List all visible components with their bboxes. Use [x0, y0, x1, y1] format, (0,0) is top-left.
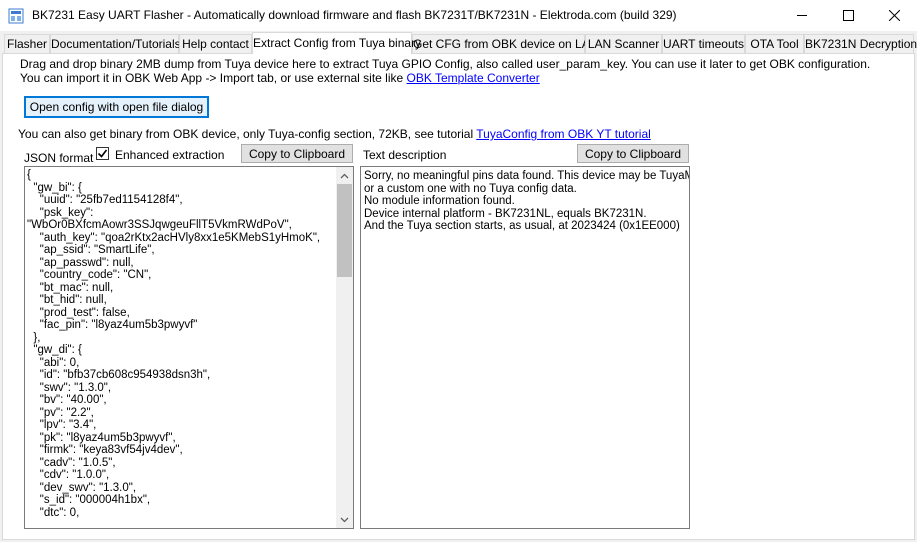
open-config-button[interactable]: Open config with open file dialog	[24, 96, 209, 118]
tab-help-contact[interactable]: Help contact	[179, 34, 252, 53]
copy-text-button[interactable]: Copy to Clipboard	[577, 144, 689, 163]
window-title: BK7231 Easy UART Flasher - Automatically…	[32, 8, 677, 22]
tuyaconfig-tutorial-link[interactable]: TuyaConfig from OBK YT tutorial	[476, 127, 651, 141]
json-line: "bt_mac": null,	[27, 281, 114, 294]
enhanced-extraction-label: Enhanced extraction	[115, 148, 225, 162]
chevron-up-icon	[340, 173, 349, 178]
tab-uart-timeouts[interactable]: UART timeouts	[662, 34, 745, 53]
json-line: {	[27, 169, 31, 181]
json-line: "bv": "40.00",	[27, 394, 107, 406]
description-content: Sorry, no meaningful pins data found. Th…	[364, 170, 690, 233]
json-content: { "gw_bi": { "uuid": "25fb7ed1154128f4",…	[27, 169, 335, 519]
tab-documentation[interactable]: Documentation/Tutorials	[50, 34, 181, 53]
scroll-thumb[interactable]	[337, 184, 352, 277]
app-icon	[8, 8, 24, 24]
json-line: "swv": "1.3.0",	[27, 381, 112, 394]
intro-text: Drag and drop binary 2MB dump from Tuya …	[20, 57, 871, 71]
tab-get-cfg-obk[interactable]: Get CFG from OBK device on LAN	[412, 34, 598, 53]
json-line: "ap_passwd": null,	[27, 256, 134, 269]
maximize-icon	[842, 10, 854, 21]
json-line: "cdv": "1.0.0",	[27, 469, 110, 481]
json-line: "id": "bfb37cb608c954938dsn3h",	[27, 369, 211, 381]
minimize-icon	[796, 15, 807, 16]
obk-template-converter-link[interactable]: OBK Template Converter	[407, 71, 540, 85]
json-line: "abi": 0,	[27, 356, 80, 369]
json-line: "lpv": "3.4",	[27, 419, 97, 431]
json-line: "pv": "2.2",	[27, 406, 94, 419]
obk-device-text: You can also get binary from OBK device,…	[18, 127, 651, 141]
description-line: No module information found.	[364, 195, 515, 207]
json-line: "fac_pin": "l8yaz4um5b3pwyvf"	[27, 319, 198, 331]
json-format-label: JSON format	[24, 151, 94, 165]
description-line: Sorry, no meaningful pins data found. Th…	[364, 170, 690, 182]
json-line: "s_id": "000004h1bx",	[27, 494, 151, 506]
json-line: "psk_key":	[27, 206, 94, 219]
scroll-up-arrow[interactable]	[336, 167, 353, 184]
json-line: "auth_key": "qoa2rKtx2acHVly8xx1e5KMebS1…	[27, 231, 321, 244]
json-line: "pk": "l8yaz4um5b3pwyvf",	[27, 431, 176, 444]
import-text: You can import it in OBK Web App -> Impo…	[20, 71, 540, 85]
import-text-prefix: You can import it in OBK Web App -> Impo…	[20, 71, 407, 85]
json-textbox[interactable]: { "gw_bi": { "uuid": "25fb7ed1154128f4",…	[24, 166, 354, 529]
json-line: "dev_swv": "1.3.0",	[27, 481, 137, 494]
scroll-down-arrow[interactable]	[336, 511, 353, 528]
json-line: "country_code": "CN",	[27, 269, 152, 281]
maximize-button[interactable]	[825, 0, 871, 31]
tab-bk7231n-decryption[interactable]: BK7231N Decryption	[804, 34, 917, 53]
tab-lan-scanner[interactable]: LAN Scanner	[585, 34, 662, 53]
json-line: "ap_ssid": "SmartLife",	[27, 244, 155, 256]
text-description-label: Text description	[363, 148, 447, 162]
description-line: Device internal platform - BK7231NL, equ…	[364, 207, 647, 220]
description-line: or a custom one with no Tuya config data…	[364, 182, 577, 195]
checkmark-icon	[97, 149, 108, 158]
chevron-down-icon	[340, 517, 349, 522]
json-line: "cadv": "1.0.5",	[27, 456, 116, 469]
close-icon	[888, 10, 900, 21]
json-line: "dtc": 0,	[27, 506, 80, 519]
tab-extract-config[interactable]: Extract Config from Tuya binary	[252, 32, 421, 54]
description-textbox[interactable]: Sorry, no meaningful pins data found. Th…	[360, 166, 690, 529]
extract-config-panel: Drag and drop binary 2MB dump from Tuya …	[2, 53, 915, 540]
json-line: "prod_test": false,	[27, 306, 130, 319]
tab-flasher[interactable]: Flasher	[4, 34, 50, 53]
json-line: "bt_hid": null,	[27, 294, 107, 306]
close-button[interactable]	[871, 0, 917, 31]
json-scrollbar[interactable]	[336, 167, 353, 528]
json-line: "gw_bi": {	[27, 181, 82, 194]
json-line: "gw_di": {	[27, 344, 82, 356]
json-line: "firmk": "keya83vf54jv4dev",	[27, 444, 183, 456]
title-bar[interactable]: BK7231 Easy UART Flasher - Automatically…	[0, 0, 917, 31]
minimize-button[interactable]	[779, 0, 825, 31]
enhanced-extraction-checkbox[interactable]	[96, 147, 109, 160]
tab-strip: Flasher Documentation/Tutorials Help con…	[2, 32, 917, 54]
tab-ota-tool[interactable]: OTA Tool	[745, 34, 804, 53]
json-line: "WbOr0BXfcmAowr3SSJqwgeuFllT5VkmRWdPoV",	[27, 219, 292, 231]
description-line: And the Tuya section starts, as usual, a…	[364, 220, 680, 232]
json-line: },	[27, 331, 41, 344]
obk-device-text-prefix: You can also get binary from OBK device,…	[18, 127, 477, 141]
copy-json-button[interactable]: Copy to Clipboard	[241, 144, 353, 163]
json-line: "uuid": "25fb7ed1154128f4",	[27, 194, 183, 206]
